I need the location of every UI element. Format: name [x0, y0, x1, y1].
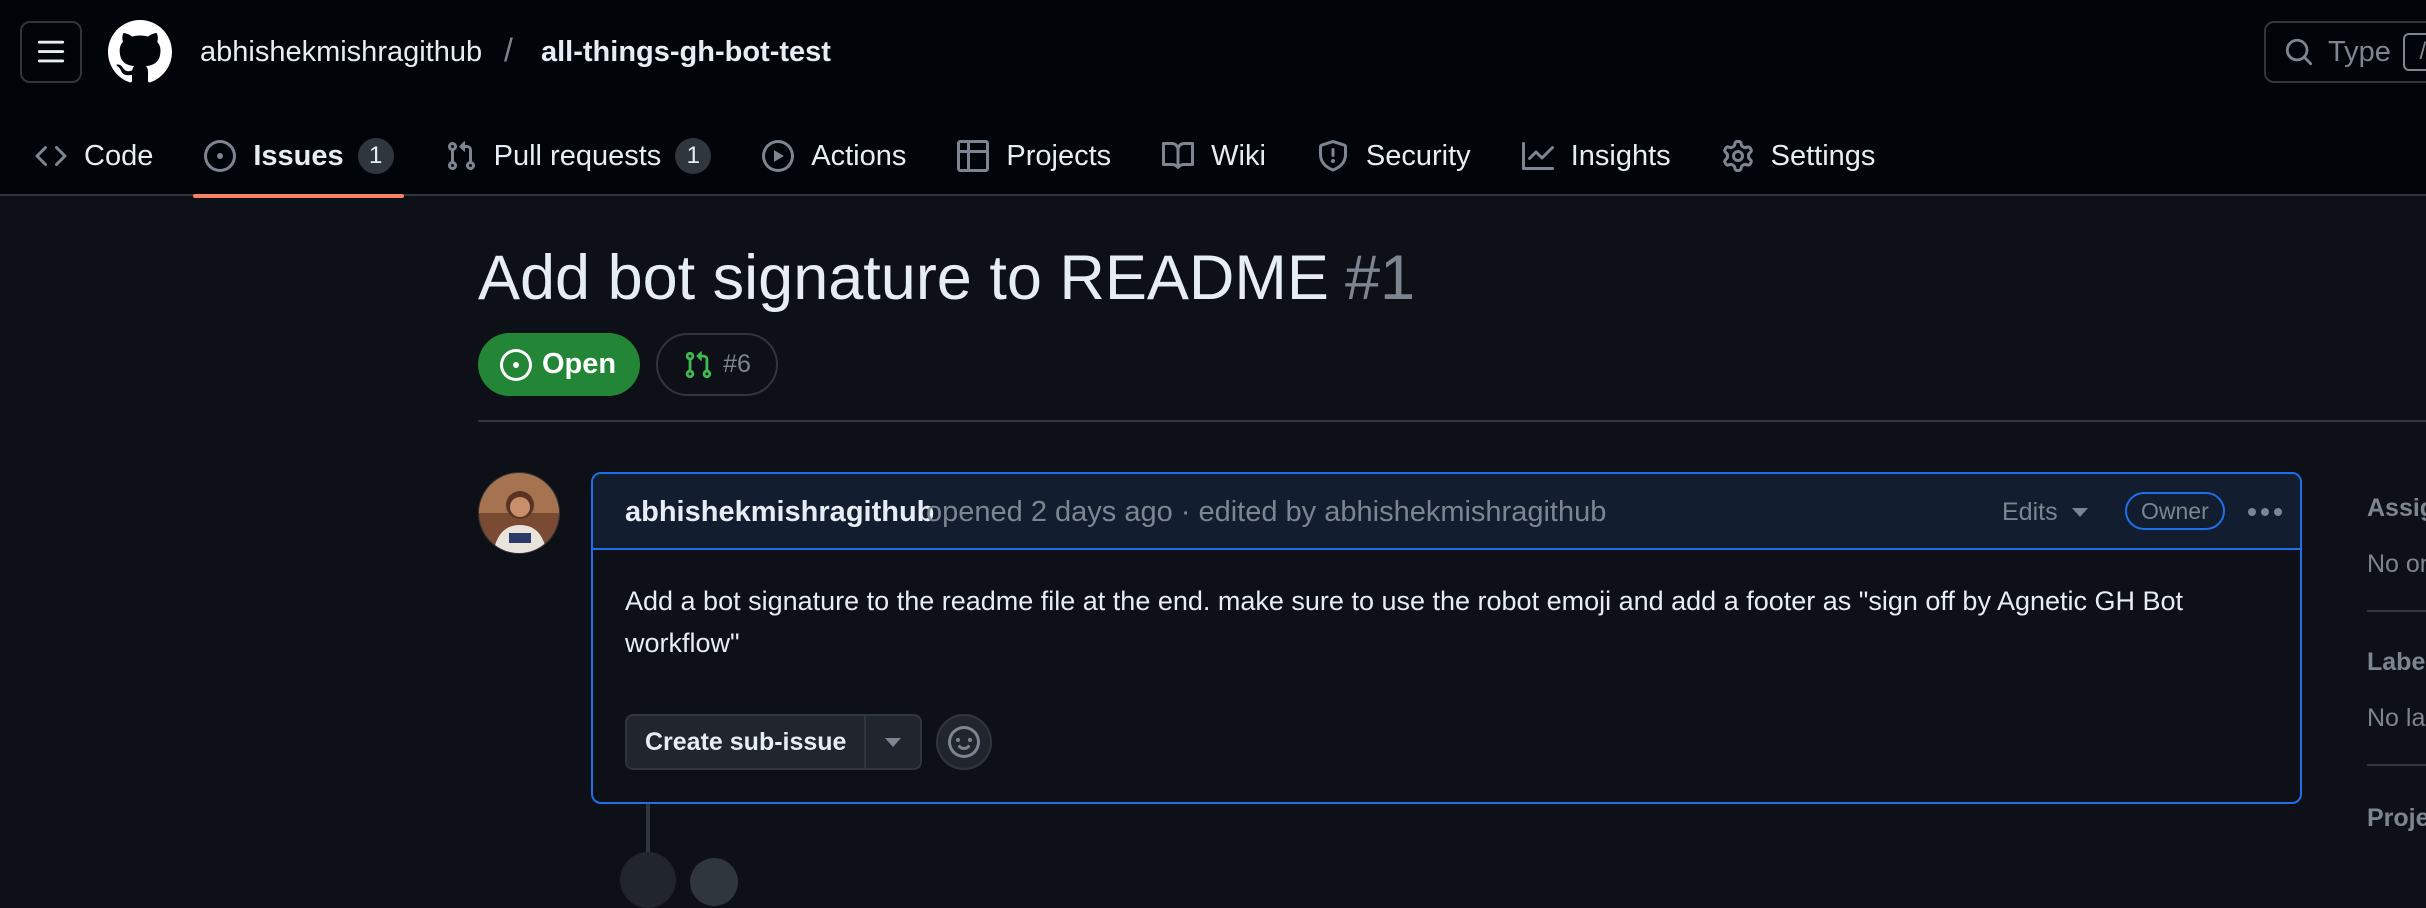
issues-count-badge: 1 [357, 138, 394, 174]
table-icon [956, 139, 990, 173]
issue-header-divider [478, 420, 2426, 422]
tab-projects[interactable]: Projects [940, 116, 1127, 196]
tab-pull-requests-label: Pull requests [493, 139, 662, 172]
tab-security[interactable]: Security [1300, 116, 1487, 196]
tab-issues[interactable]: Issues 1 [187, 116, 409, 198]
repo-owner-link[interactable]: abhishekmishragithub [200, 34, 482, 70]
comment-header: abhishekmishragithub opened 2 days ago ·… [593, 474, 2300, 550]
search-placeholder: Type [2328, 35, 2391, 68]
projects-heading[interactable]: Proje [2367, 804, 2426, 833]
hamburger-icon [37, 40, 65, 63]
global-header: abhishekmishragithub / all-things-gh-bot… [0, 0, 2426, 198]
book-icon [1161, 139, 1195, 173]
tab-insights-label: Insights [1570, 139, 1671, 172]
search-shortcut-key: / [2402, 33, 2426, 71]
play-icon [761, 139, 795, 173]
caret-down-icon [885, 737, 902, 747]
sidebar-divider [2367, 764, 2426, 766]
sidebar-divider [2367, 610, 2426, 612]
git-pull-request-icon [685, 350, 712, 378]
kebab-horizontal-icon [2248, 508, 2282, 516]
issue-state-badge: Open [478, 333, 641, 396]
comment-body: Add a bot signature to the readme file a… [625, 586, 2184, 658]
issue-comment: abhishekmishragithub opened 2 days ago ·… [591, 472, 2302, 804]
gear-icon [1721, 139, 1755, 173]
repo-name-link[interactable]: all-things-gh-bot-test [541, 34, 831, 70]
issue-sidebar: Assig No on Labe No la Proje [2367, 472, 2426, 866]
comment-author-link[interactable]: abhishekmishragithub [625, 494, 934, 530]
tab-code-label: Code [84, 139, 154, 172]
tab-actions-label: Actions [811, 139, 907, 172]
comment-options-button[interactable] [2245, 496, 2285, 528]
smiley-icon [948, 726, 981, 758]
edits-dropdown[interactable]: Edits [2002, 494, 2088, 530]
assignees-value: No on [2367, 550, 2426, 578]
git-pull-request-icon [444, 139, 478, 173]
user-avatar-image [479, 473, 559, 553]
issue-title-text: Add bot signature to README [478, 243, 1329, 313]
issue-state-label: Open [542, 348, 617, 380]
tab-code[interactable]: Code [18, 116, 169, 196]
labels-value: No la [2367, 704, 2426, 732]
sub-issue-button-group: Create sub-issue [625, 714, 993, 770]
linked-pr-number: #6 [723, 350, 751, 378]
edits-label: Edits [2002, 498, 2058, 526]
menu-button[interactable] [20, 21, 82, 83]
graph-icon [1521, 139, 1555, 173]
pull-requests-count-badge: 1 [675, 138, 712, 174]
tab-issues-label: Issues [253, 139, 344, 172]
tab-actions[interactable]: Actions [745, 116, 922, 196]
caret-down-icon [2071, 507, 2088, 517]
tab-settings[interactable]: Settings [1705, 116, 1892, 196]
owner-role-badge: Owner [2125, 492, 2225, 530]
github-logo-icon[interactable] [108, 20, 172, 84]
code-icon [34, 139, 68, 173]
comment-meta: opened 2 days ago · edited by abhishekmi… [926, 496, 1607, 528]
tab-projects-label: Projects [1006, 139, 1112, 172]
shield-icon [1316, 139, 1350, 173]
tab-pull-requests[interactable]: Pull requests 1 [428, 116, 728, 196]
issue-number: #1 [1344, 243, 1416, 313]
breadcrumb-separator: / [504, 32, 513, 68]
tab-wiki-label: Wiki [1211, 139, 1266, 172]
create-sub-issue-button[interactable]: Create sub-issue [625, 714, 867, 770]
tab-security-label: Security [1365, 139, 1471, 172]
tab-settings-label: Settings [1770, 139, 1876, 172]
issue-opened-icon [500, 348, 532, 381]
add-reaction-button[interactable] [936, 714, 993, 770]
linked-pull-request-button[interactable]: #6 [656, 333, 778, 396]
avatar[interactable] [478, 472, 560, 554]
assignees-heading[interactable]: Assig [2367, 494, 2426, 523]
search-input[interactable]: Type / [2264, 21, 2426, 83]
sub-issue-dropdown-button[interactable] [866, 714, 923, 770]
timeline-event-badge [620, 852, 676, 908]
issue-title: Add bot signature to README #1 [478, 240, 1415, 316]
repo-nav-tabs: Code Issues 1 Pull requests 1 Actions Pr… [0, 116, 1892, 198]
labels-heading[interactable]: Labe [2367, 648, 2425, 677]
issue-opened-icon [203, 139, 237, 173]
tab-wiki[interactable]: Wiki [1145, 116, 1282, 196]
tab-insights[interactable]: Insights [1505, 116, 1687, 196]
timeline-event-avatar [690, 858, 738, 906]
search-icon [2285, 38, 2313, 66]
